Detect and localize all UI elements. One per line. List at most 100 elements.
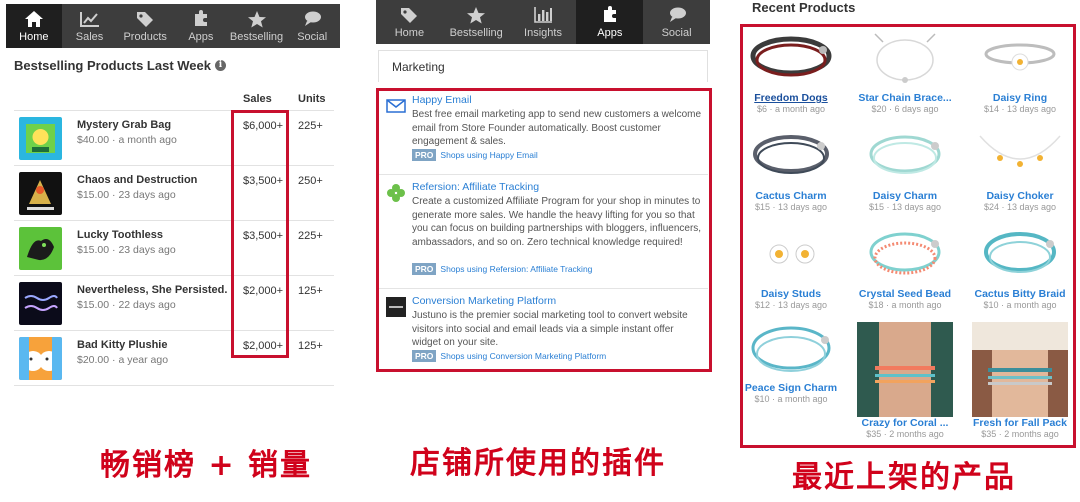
product-name[interactable]: Cactus Charm: [735, 190, 847, 202]
nav-label: Products: [123, 30, 167, 43]
product-name[interactable]: Mystery Grab Bag: [77, 119, 171, 131]
product-meta: $40.00 · a month ago: [77, 134, 177, 146]
nav-label: Apps: [597, 26, 623, 39]
apps-nav-bar: Home Bestselling Insights Apps Social: [376, 0, 710, 44]
caption-recent-products: 最近上架的产品: [792, 460, 1016, 495]
product-card[interactable]: Star Chain Brace... $20 · 6 days ago: [849, 32, 961, 114]
home-icon: [23, 10, 45, 28]
ring-image: [970, 32, 1070, 92]
product-thumbnail: [19, 282, 62, 325]
nav-bestselling[interactable]: Bestselling: [229, 4, 285, 48]
product-meta: $35 · 2 months ago: [866, 429, 944, 439]
caption-bestselling: 畅销榜 + 销量: [100, 448, 313, 483]
product-card[interactable]: Cactus Charm $15 · 13 days ago: [735, 130, 847, 212]
bead-bracelet-image: [855, 228, 955, 288]
product-meta: $20.00 · a year ago: [77, 354, 169, 366]
product-card[interactable]: Daisy Charm $15 · 13 days ago: [849, 130, 961, 212]
product-card[interactable]: Freedom Dogs $6 · a month ago: [735, 32, 847, 114]
nav-apps[interactable]: Apps: [173, 4, 229, 48]
product-card[interactable]: Crystal Seed Bead $18 · a month ago: [849, 228, 961, 310]
nav-insights[interactable]: Insights: [510, 0, 577, 44]
page-title: Bestselling Products Last Week i: [14, 58, 226, 73]
product-meta: $18 · a month ago: [868, 300, 942, 310]
nav-sales[interactable]: Sales: [62, 4, 118, 48]
star-icon: [246, 10, 268, 28]
product-name[interactable]: Daisy Ring: [964, 92, 1076, 104]
product-card[interactable]: Fresh for Fall Pack $35 · 2 months ago: [964, 322, 1076, 439]
units-value: 225+: [298, 120, 323, 132]
nav-home[interactable]: Home: [376, 0, 443, 44]
product-name[interactable]: Daisy Charm: [849, 190, 961, 202]
column-units: Units: [298, 93, 326, 105]
units-value: 125+: [298, 340, 323, 352]
product-meta: $15 · 13 days ago: [868, 202, 942, 212]
product-name[interactable]: Peace Sign Charm: [735, 382, 847, 394]
product-name[interactable]: Freedom Dogs: [735, 92, 847, 104]
product-name[interactable]: Daisy Choker: [964, 190, 1076, 202]
product-card[interactable]: Cactus Bitty Braid $10 · a month ago: [964, 228, 1076, 310]
sales-highlight-box: [231, 110, 289, 358]
nav-home[interactable]: Home: [6, 4, 62, 48]
product-meta: $6 · a month ago: [756, 104, 826, 114]
nav-label: Home: [394, 26, 425, 39]
bracelet-image: [741, 322, 841, 382]
nav-label: Social: [661, 26, 692, 39]
info-icon[interactable]: i: [215, 60, 226, 71]
product-meta: $15.00 · 23 days ago: [77, 189, 176, 201]
product-name[interactable]: Daisy Studs: [735, 288, 847, 300]
column-sales: Sales: [243, 93, 272, 105]
product-meta: $14 · 13 days ago: [983, 104, 1057, 114]
section-header: Marketing: [378, 50, 708, 82]
product-card[interactable]: Daisy Studs $12 · 13 days ago: [735, 228, 847, 310]
nav-label: Apps: [188, 30, 214, 43]
chain-bracelet-image: [855, 32, 955, 92]
product-meta: $15 · 13 days ago: [754, 202, 828, 212]
caption-plugins: 店铺所使用的插件: [410, 446, 666, 481]
product-meta: $15.00 · 22 days ago: [77, 299, 176, 311]
earrings-image: [741, 228, 841, 288]
units-value: 225+: [298, 230, 323, 242]
product-card[interactable]: Daisy Ring $14 · 13 days ago: [964, 32, 1076, 114]
braid-bracelet-image: [970, 228, 1070, 288]
nav-social[interactable]: Social: [643, 0, 710, 44]
star-icon: [465, 6, 487, 24]
product-card[interactable]: Crazy for Coral ... $35 · 2 months ago: [849, 322, 961, 439]
chart-line-icon: [79, 10, 101, 28]
product-name[interactable]: Cactus Bitty Braid: [964, 288, 1076, 300]
product-thumbnail: [19, 337, 62, 380]
nav-label: Bestselling: [229, 30, 284, 43]
choker-image: [970, 130, 1070, 190]
recent-products-heading: Recent Products: [752, 0, 856, 15]
product-name[interactable]: Crazy for Coral ...: [849, 417, 961, 429]
puzzle-icon: [190, 9, 212, 28]
nav-label: Social: [297, 30, 328, 43]
product-meta: $35 · 2 months ago: [981, 429, 1059, 439]
product-thumbnail: [19, 227, 62, 270]
product-card[interactable]: Peace Sign Charm $10 · a month ago: [735, 322, 847, 404]
nav-label: Bestselling: [449, 26, 503, 39]
product-card[interactable]: Daisy Choker $24 · 13 days ago: [964, 130, 1076, 212]
product-name[interactable]: Crystal Seed Bead: [849, 288, 961, 300]
bracelet-image: [741, 130, 841, 190]
top-nav-bar: Home Sales Products Apps Bestselling Soc…: [6, 4, 340, 48]
nav-bestselling[interactable]: Bestselling: [443, 0, 510, 44]
nav-apps[interactable]: Apps: [576, 0, 644, 44]
nav-products[interactable]: Products: [117, 4, 173, 48]
tag-icon: [134, 10, 156, 28]
product-meta: $24 · 13 days ago: [983, 202, 1057, 212]
product-name[interactable]: Lucky Toothless: [77, 229, 163, 241]
product-meta: $20 · 6 days ago: [871, 104, 939, 114]
bar-chart-icon: [532, 6, 554, 24]
tag-icon: [398, 6, 420, 24]
product-name[interactable]: Chaos and Destruction: [77, 174, 197, 186]
product-name[interactable]: Bad Kitty Plushie: [77, 339, 167, 351]
nav-label: Sales: [75, 30, 104, 43]
section-title: Marketing: [392, 60, 445, 74]
product-name[interactable]: Star Chain Brace...: [849, 92, 961, 104]
product-thumbnail: [19, 172, 62, 215]
wrist-photo-image: [857, 322, 953, 417]
nav-social[interactable]: Social: [284, 4, 340, 48]
nav-label: Insights: [524, 26, 562, 39]
product-name[interactable]: Nevertheless, She Persisted.: [77, 284, 227, 296]
product-name[interactable]: Fresh for Fall Pack: [964, 417, 1076, 429]
